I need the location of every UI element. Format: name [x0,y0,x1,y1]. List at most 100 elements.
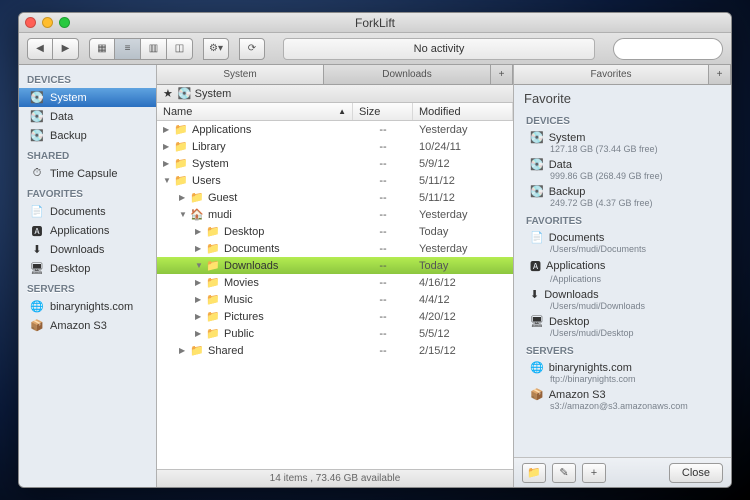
file-row[interactable]: ▶📁Movies--4/16/12 [157,274,513,291]
sidebar-item-applications[interactable]: 🅰Applications [19,221,156,240]
file-row[interactable]: ▶📁System--5/9/12 [157,155,513,172]
view-column-button[interactable]: ▥ [141,38,167,60]
tab-favorites[interactable]: Favorites [514,65,709,84]
volume-icon: 💽 [29,129,45,143]
file-name: Applications [192,124,251,136]
disclosure-triangle-icon[interactable]: ▶ [163,159,171,168]
volume-icon: ⬇ [29,243,45,257]
disclosure-triangle-icon[interactable]: ▶ [195,227,203,236]
fav-item-applications[interactable]: 🅰Applications/Applications [518,256,727,286]
fav-item-desktop[interactable]: 🖥Desktop/Users/mudi/Desktop [518,313,727,340]
fav-name: Desktop [549,316,589,328]
file-row[interactable]: ▶📁Pictures--4/20/12 [157,308,513,325]
back-button[interactable]: ◀ [27,38,53,60]
fav-item-downloads[interactable]: ⬇Downloads/Users/mudi/Downloads [518,286,727,313]
col-size[interactable]: Size [353,103,413,120]
sidebar-item-desktop[interactable]: 🖥Desktop [19,259,156,278]
fav-item-binarynights-com[interactable]: 🌐binarynights.comftp://binarynights.com [518,359,727,386]
file-name: Movies [224,277,259,289]
disclosure-triangle-icon[interactable]: ▶ [195,295,203,304]
file-row[interactable]: ▶📁Public--5/5/12 [157,325,513,342]
new-tab-button[interactable]: + [491,65,513,84]
file-row[interactable]: ▶📁Library--10/24/11 [157,138,513,155]
disclosure-triangle-icon[interactable]: ▶ [163,142,171,151]
titlebar[interactable]: ForkLift [19,13,731,33]
sidebar-item-binarynights-com[interactable]: 🌐binarynights.com [19,297,156,316]
window-title: ForkLift [19,16,731,30]
disclosure-triangle-icon[interactable]: ▶ [195,329,203,338]
sidebar-item-backup[interactable]: 💽Backup [19,126,156,145]
sidebar-group-servers: SERVERS [19,278,156,297]
file-row[interactable]: ▶📁Guest--5/11/12 [157,189,513,206]
edit-button[interactable]: ✎ [552,463,576,483]
close-button[interactable]: Close [669,463,723,483]
disclosure-triangle-icon[interactable]: ▶ [163,125,171,134]
fav-item-system[interactable]: 💽System127.18 GB (73.44 GB free) [518,129,727,156]
sidebar-item-system[interactable]: 💽System [19,88,156,107]
disclosure-triangle-icon[interactable]: ▼ [163,176,171,185]
file-row[interactable]: ▶📁Music--4/4/12 [157,291,513,308]
file-name: Guest [208,192,237,204]
folder-icon: 📁 [190,191,205,204]
fav-item-backup[interactable]: 💽Backup249.72 GB (4.37 GB free) [518,183,727,210]
file-name: mudi [208,209,232,221]
file-row[interactable]: ▶📁Shared--2/15/12 [157,342,513,359]
file-row[interactable]: ▶📁Desktop--Today [157,223,513,240]
folder-icon: 📁 [206,225,221,238]
file-row[interactable]: ▶📁Documents--Yesterday [157,240,513,257]
col-modified[interactable]: Modified [413,103,513,120]
col-name[interactable]: Name ▲ [157,103,353,120]
file-size: -- [353,192,413,204]
fav-item-data[interactable]: 💽Data999.86 GB (268.49 GB free) [518,156,727,183]
tab-downloads[interactable]: Downloads [324,65,491,84]
disclosure-triangle-icon[interactable]: ▶ [195,312,203,321]
search-input[interactable] [613,38,723,60]
view-cover-button[interactable]: ◫ [167,38,193,60]
disclosure-triangle-icon[interactable]: ▶ [195,244,203,253]
view-icon-button[interactable]: ▦ [89,38,115,60]
new-tab-button[interactable]: + [709,65,731,84]
fav-icon: 💽 [530,131,544,144]
disclosure-triangle-icon[interactable]: ▶ [179,346,187,355]
fav-sub: /Applications [530,274,719,284]
path-bar[interactable]: ★ 💽 System [157,85,513,103]
volume-icon: 💽 [29,91,45,105]
file-name: Users [192,175,221,187]
forward-button[interactable]: ▶ [53,38,79,60]
new-folder-button[interactable]: 📁 [522,463,546,483]
disclosure-triangle-icon[interactable]: ▼ [179,210,187,219]
disclosure-triangle-icon[interactable]: ▶ [179,193,187,202]
file-row[interactable]: ▼📁Users--5/11/12 [157,172,513,189]
sidebar-item-label: binarynights.com [50,301,133,313]
fav-sub: /Users/mudi/Documents [530,244,719,254]
path-segment[interactable]: ★ [163,87,173,100]
sidebar: DEVICES💽System💽Data💽BackupSHARED⏱Time Ca… [19,65,157,487]
action-menu-button[interactable]: ⚙▾ [203,38,229,60]
sidebar-item-amazon-s3[interactable]: 📦Amazon S3 [19,316,156,335]
fav-item-amazon-s3[interactable]: 📦Amazon S3s3://amazon@s3.amazonaws.com [518,386,727,413]
sidebar-item-downloads[interactable]: ⬇ Downloads [19,240,156,259]
sync-button[interactable]: ⟳ [239,38,265,60]
sidebar-item-documents[interactable]: 📄Documents [19,202,156,221]
sidebar-item-data[interactable]: 💽Data [19,107,156,126]
folder-icon: 📁 [206,327,221,340]
file-row[interactable]: ▼🏠mudi--Yesterday [157,206,513,223]
sidebar-item-label: Downloads [50,244,104,256]
add-button[interactable]: + [582,463,606,483]
file-name: Downloads [224,260,278,272]
file-modified: 2/15/12 [413,345,513,357]
fav-name: Downloads [544,289,598,301]
tab-system[interactable]: System [157,65,324,84]
file-row[interactable]: ▶📁Applications--Yesterday [157,121,513,138]
path-segment[interactable]: 💽 System [178,87,231,100]
disclosure-triangle-icon[interactable]: ▼ [195,261,203,270]
fav-item-documents[interactable]: 📄Documents/Users/mudi/Documents [518,229,727,256]
file-list[interactable]: ▶📁Applications--Yesterday▶📁Library--10/2… [157,121,513,469]
view-list-button[interactable]: ≡ [115,38,141,60]
disclosure-triangle-icon[interactable]: ▶ [195,278,203,287]
file-row[interactable]: ▼📁Downloads--Today [157,257,513,274]
sidebar-item-time-capsule[interactable]: ⏱Time Capsule [19,164,156,183]
folder-icon: 📁 [190,344,205,357]
body: DEVICES💽System💽Data💽BackupSHARED⏱Time Ca… [19,65,731,487]
file-modified: Yesterday [413,124,513,136]
